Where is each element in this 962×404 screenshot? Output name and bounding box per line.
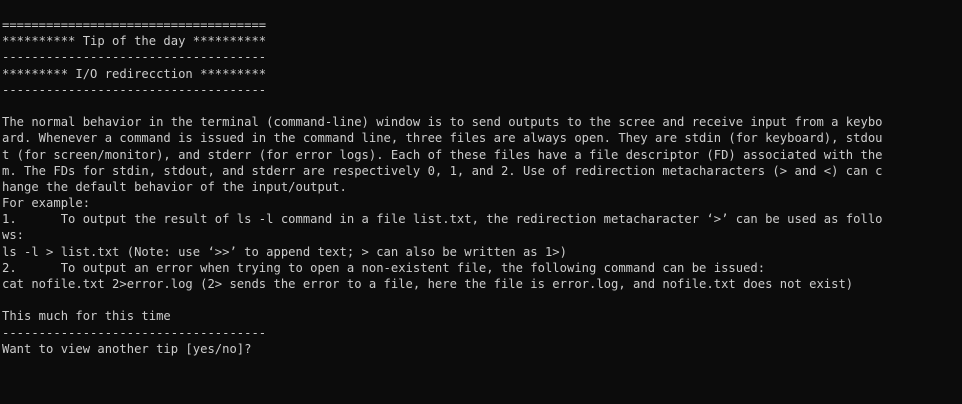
body-line: ard. Whenever a command is issued in the… bbox=[2, 131, 883, 146]
body-line: 2. To output an error when trying to ope… bbox=[2, 260, 766, 275]
footer-rule: ------------------------------------ bbox=[2, 325, 267, 340]
body-line: cat nofile.txt 2>error.log (2> sends the… bbox=[2, 277, 854, 291]
header-rule-top: ==================================== bbox=[2, 18, 267, 32]
header-rule-mid: ------------------------------------ bbox=[2, 50, 267, 65]
input-prompt-row[interactable]: Want to view another tip [yes/no]? bbox=[2, 341, 962, 357]
terminal-window[interactable]: ==================================== ***… bbox=[0, 0, 962, 404]
body-line: For example: bbox=[2, 196, 91, 211]
closing-text: This much for this time bbox=[2, 309, 171, 324]
input-prompt: Want to view another tip [yes/no]? bbox=[2, 341, 252, 356]
body-line: 1. To output the result of ls -l command… bbox=[2, 212, 883, 227]
header-rule-bottom: ------------------------------------ bbox=[2, 82, 267, 97]
tip-title: ********** Tip of the day ********** bbox=[2, 34, 267, 49]
body-line: t (for screen/monitor), and stderr (for … bbox=[2, 147, 883, 162]
body-line: m. The FDs for stdin, stdout, and stderr… bbox=[2, 163, 883, 178]
body-line: The normal behavior in the terminal (com… bbox=[2, 115, 883, 130]
tip-subtitle: ********* I/O redirecction ********* bbox=[2, 66, 267, 81]
body-line: ws: bbox=[2, 228, 25, 243]
body-line: ls -l > list.txt (Note: use ‘>>’ to appe… bbox=[2, 244, 567, 259]
body-line: hange the default behavior of the input/… bbox=[2, 179, 347, 194]
